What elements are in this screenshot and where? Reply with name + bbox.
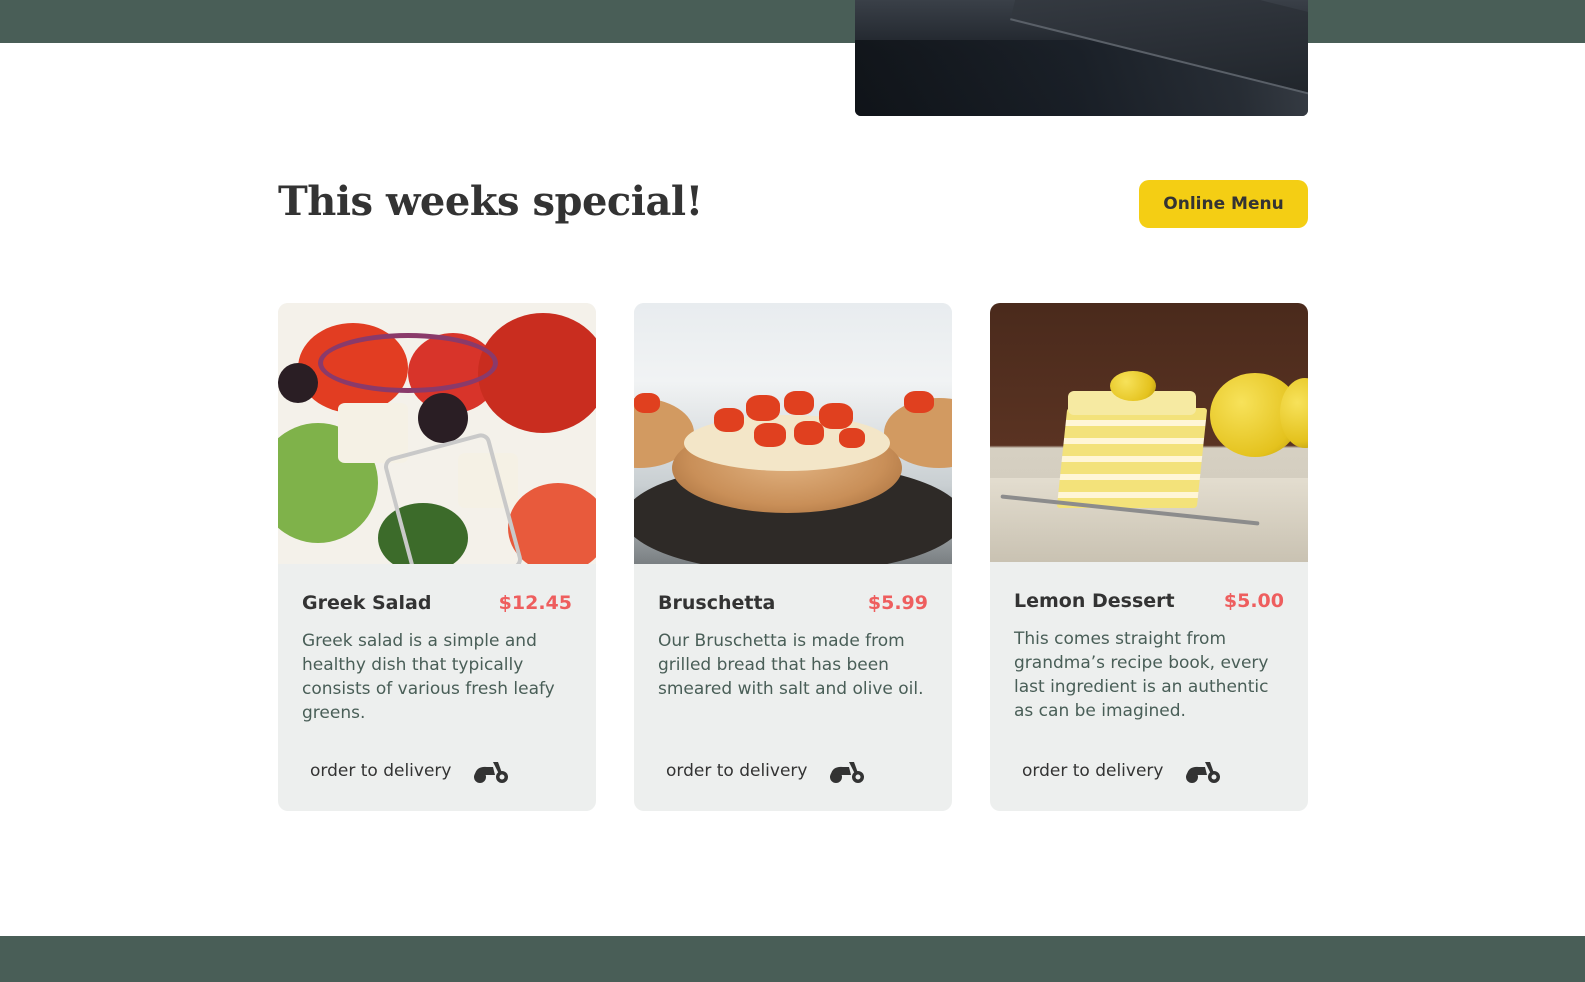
dish-card-greek-salad[interactable]: Greek Salad $12.45 Greek salad is a simp… bbox=[278, 303, 596, 811]
cake-slice bbox=[1056, 408, 1208, 508]
dish-name: Greek Salad bbox=[302, 592, 432, 614]
bruschetta-image bbox=[634, 303, 952, 564]
scooter-icon bbox=[474, 762, 509, 783]
specials-title: This weeks special! bbox=[278, 178, 703, 225]
hero-image bbox=[855, 0, 1308, 116]
order-delivery-label: order to delivery bbox=[666, 761, 808, 781]
order-delivery-link[interactable]: order to delivery bbox=[310, 757, 509, 785]
order-delivery-label: order to delivery bbox=[1022, 761, 1164, 781]
dish-description: This comes straight from grandma’s recip… bbox=[1014, 629, 1269, 721]
dish-card-header: Bruschetta $5.99 bbox=[658, 591, 928, 615]
greek-salad-image bbox=[278, 303, 596, 564]
order-delivery-label: order to delivery bbox=[310, 761, 452, 781]
dish-description: Our Bruschetta is made from grilled brea… bbox=[658, 631, 924, 699]
online-menu-button[interactable]: Online Menu bbox=[1139, 180, 1308, 228]
dish-description: Greek salad is a simple and healthy dish… bbox=[302, 631, 555, 723]
scooter-icon bbox=[1186, 762, 1221, 783]
dish-card-header: Greek Salad $12.45 bbox=[302, 591, 572, 615]
dish-price: $5.99 bbox=[867, 592, 928, 614]
dish-card-body: Bruschetta $5.99 Our Bruschetta is made … bbox=[634, 591, 952, 701]
dish-card-body: Greek Salad $12.45 Greek salad is a simp… bbox=[278, 591, 596, 725]
dish-card-body: Lemon Dessert $5.00 This comes straight … bbox=[990, 589, 1308, 723]
lemon-dessert-image bbox=[990, 303, 1308, 562]
dish-name: Bruschetta bbox=[658, 592, 776, 614]
order-delivery-link[interactable]: order to delivery bbox=[1022, 757, 1221, 785]
dish-name: Lemon Dessert bbox=[1014, 590, 1175, 612]
header-band bbox=[0, 0, 1585, 43]
dish-price: $12.45 bbox=[498, 592, 572, 614]
dish-price: $5.00 bbox=[1223, 590, 1284, 612]
footer-band bbox=[0, 936, 1585, 982]
order-delivery-link[interactable]: order to delivery bbox=[666, 757, 865, 785]
dish-card-bruschetta[interactable]: Bruschetta $5.99 Our Bruschetta is made … bbox=[634, 303, 952, 811]
dish-card-header: Lemon Dessert $5.00 bbox=[1014, 589, 1284, 613]
scooter-icon bbox=[830, 762, 865, 783]
dish-card-lemon-dessert[interactable]: Lemon Dessert $5.00 This comes straight … bbox=[990, 303, 1308, 811]
